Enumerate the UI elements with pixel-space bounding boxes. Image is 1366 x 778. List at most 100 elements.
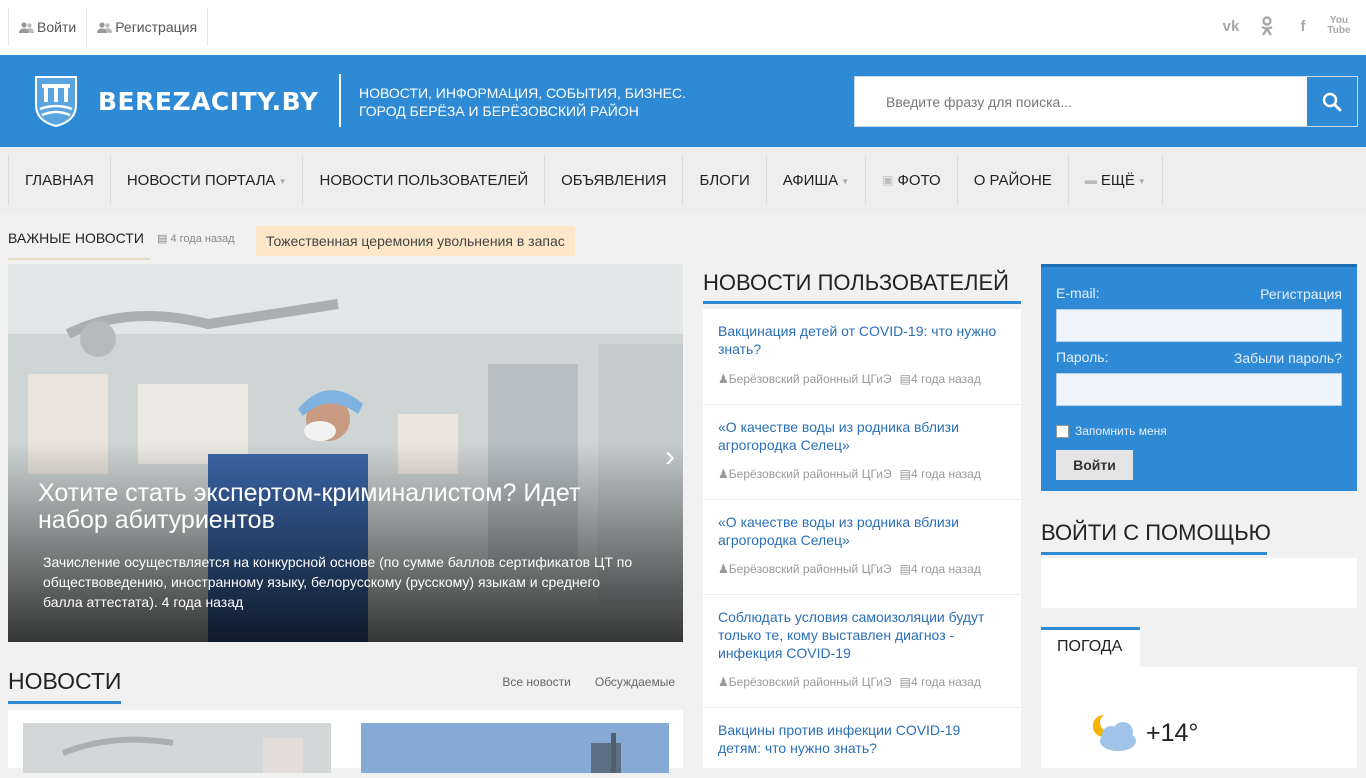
user-icon: ♟ (718, 467, 729, 481)
site-tagline: НОВОСТИ, ИНФОРМАЦИЯ, СОБЫТИЯ, БИЗНЕС. ГО… (359, 84, 686, 120)
nav-label: БЛОГИ (699, 171, 750, 189)
meta-time: ▤4 года назад (900, 467, 981, 481)
password-field[interactable] (1056, 373, 1342, 406)
news-title-link[interactable]: Соблюдать условия самоизоляции будут тол… (718, 608, 1003, 662)
auth-links: Войти Регистрация (8, 8, 209, 46)
login-form: E-mail: Регистрация Пароль: Забыли парол… (1041, 264, 1357, 491)
register-link[interactable]: Регистрация (87, 8, 209, 46)
weather-tab[interactable]: ПОГОДА (1041, 627, 1140, 667)
site-logo[interactable]: BEREZACITY.BY (34, 75, 318, 127)
chevron-down-icon: ▼ (278, 177, 287, 186)
meta-time: ▤4 года назад (900, 372, 981, 386)
list-item: Вакцины против инфекции COVID-19 детям: … (703, 708, 1021, 768)
nav-label: ОБЪЯВЛЕНИЯ (561, 171, 667, 189)
chevron-down-icon: ▼ (841, 177, 850, 186)
weather-tab-strip (1140, 627, 1357, 667)
odnoklassniki-icon[interactable] (1256, 15, 1278, 37)
meta-author: ♟Берёзовский районный ЦГиЭ (718, 372, 892, 386)
chevron-right-icon[interactable]: › (665, 440, 675, 474)
meta-time: ▤4 года назад (900, 562, 981, 576)
main-nav: ГЛАВНАЯ НОВОСТИ ПОРТАЛА ▼ НОВОСТИ ПОЛЬЗОВ… (0, 147, 1366, 214)
nav-item-blogs[interactable]: БЛОГИ (683, 155, 767, 205)
news-section-header: НОВОСТИ Все новости Обсуждаемые (8, 668, 683, 710)
youtube-icon[interactable]: You Tube (1327, 15, 1350, 37)
user-icon: ♟ (718, 675, 729, 689)
news-title-link[interactable]: «О качестве воды из родника вблизи агрог… (718, 418, 1003, 454)
search-box (854, 76, 1358, 127)
header-divider (339, 74, 341, 127)
news-meta: ♟Берёзовский районный ЦГиЭ ▤4 года назад (718, 372, 981, 386)
news-title-link[interactable]: Вакцины против инфекции COVID-19 детям: … (718, 721, 1003, 757)
time-text: 4 года назад (910, 372, 981, 386)
nav-item-events[interactable]: АФИША ▼ (767, 155, 867, 205)
login-submit-button[interactable]: Войти (1056, 450, 1133, 480)
calendar-icon: ▤ (899, 675, 911, 689)
nav-item-more[interactable]: ▬ ЕЩЁ ▼ (1069, 155, 1163, 205)
weather-widget: ПОГОДА +14° (1041, 627, 1357, 768)
calendar-icon: ▤ (157, 233, 171, 245)
nav-label: ЕЩЁ (1100, 171, 1135, 189)
nav-item-home[interactable]: ГЛАВНАЯ (9, 155, 111, 205)
nav-item-about-district[interactable]: О РАЙОНЕ (958, 155, 1069, 205)
news-meta: ♟Берёзовский районный ЦГиЭ ▤4 года назад (718, 467, 981, 481)
news-meta: ♟Берёзовский районный ЦГиЭ ▤4 года назад (718, 562, 981, 576)
nav-item-user-news[interactable]: НОВОСТИ ПОЛЬЗОВАТЕЛЕЙ (303, 155, 546, 205)
meta-author: ♟Берёзовский районный ЦГиЭ (718, 562, 892, 576)
user-icon: ♟ (718, 372, 729, 386)
slide-overlay (8, 442, 683, 642)
nav-label: ГЛАВНАЯ (25, 171, 94, 189)
nav-label: НОВОСТИ ПОРТАЛА (126, 171, 276, 189)
remember-checkbox[interactable] (1056, 424, 1069, 438)
partly-cloudy-night-icon (1092, 714, 1136, 751)
facebook-icon[interactable]: f (1292, 15, 1314, 37)
nav-item-portal-news[interactable]: НОВОСТИ ПОРТАЛА ▼ (111, 155, 304, 205)
author-text: Берёзовский районный ЦГиЭ (728, 372, 892, 386)
author-text: Берёзовский районный ЦГиЭ (728, 467, 892, 481)
breaking-headline[interactable]: Тожественная церемония увольнения в запа… (256, 226, 575, 256)
slide-title[interactable]: Хотите стать экспертом-криминалистом? Ид… (38, 480, 638, 534)
register-link[interactable]: Регистрация (1260, 286, 1342, 302)
email-field[interactable] (1056, 309, 1342, 342)
folder-icon: ▬ (1084, 173, 1097, 187)
news-title-link[interactable]: Вакцинация детей от COVID-19: что нужно … (718, 322, 1003, 358)
chevron-down-icon: ▼ (1137, 177, 1146, 186)
time-text: 4 года назад (910, 467, 981, 481)
list-item: Соблюдать условия самоизоляции будут тол… (703, 595, 1021, 708)
news-title-link[interactable]: «О качестве воды из родника вблизи агрог… (718, 513, 1003, 549)
nav-item-photo[interactable]: ▣ ФОТО (866, 155, 958, 205)
social-links: vk f You Tube (1220, 15, 1351, 37)
news-thumbnail[interactable] (361, 723, 669, 773)
remember-label: Запомнить меня (1075, 424, 1167, 438)
register-label: Регистрация (115, 19, 198, 35)
slide-description: Зачисление осуществляется на конкурсной … (43, 554, 633, 610)
login-link[interactable]: Войти (9, 8, 88, 46)
search-input[interactable] (855, 77, 1307, 126)
breaking-time: ▤ 4 года назад (157, 232, 235, 245)
social-login-heading: ВОЙТИ С ПОМОЩЬЮ (1041, 520, 1271, 555)
news-thumbnail[interactable] (23, 723, 331, 773)
forgot-password-link[interactable]: Забыли пароль? (1234, 350, 1342, 366)
calendar-icon: ▤ (899, 372, 911, 386)
nav-label: НОВОСТИ ПОЛЬЗОВАТЕЛЕЙ (319, 171, 529, 189)
news-meta: ♟Берёзовский районный ЦГиЭ ▤4 года назад (718, 675, 981, 689)
meta-author: ♟Берёзовский районный ЦГиЭ (718, 675, 892, 689)
city-crest-icon (35, 76, 77, 127)
search-icon (1322, 92, 1342, 111)
nav-label: АФИША (782, 171, 839, 189)
news-list (8, 710, 683, 773)
featured-slider[interactable]: Хотите стать экспертом-криминалистом? Ид… (8, 264, 683, 642)
user-news-heading: НОВОСТИ ПОЛЬЗОВАТЕЛЕЙ (703, 270, 1021, 304)
news-image (361, 723, 669, 773)
nav-item-ads[interactable]: ОБЪЯВЛЕНИЯ (545, 155, 684, 205)
tab-discussed[interactable]: Обсуждаемые (595, 675, 675, 689)
site-header: BEREZACITY.BY НОВОСТИ, ИНФОРМАЦИЯ, СОБЫТ… (0, 55, 1366, 147)
breaking-time-text: 4 года назад (170, 233, 235, 245)
breaking-label: ВАЖНЫЕ НОВОСТИ (8, 222, 150, 260)
photo-icon: ▣ (882, 173, 894, 187)
author-text: Берёзовский районный ЦГиЭ (728, 562, 892, 576)
vk-icon[interactable]: vk (1220, 15, 1242, 37)
tab-all-news[interactable]: Все новости (502, 675, 570, 689)
search-button[interactable] (1307, 77, 1357, 126)
news-image (23, 723, 331, 773)
email-label: E-mail: (1056, 285, 1100, 301)
